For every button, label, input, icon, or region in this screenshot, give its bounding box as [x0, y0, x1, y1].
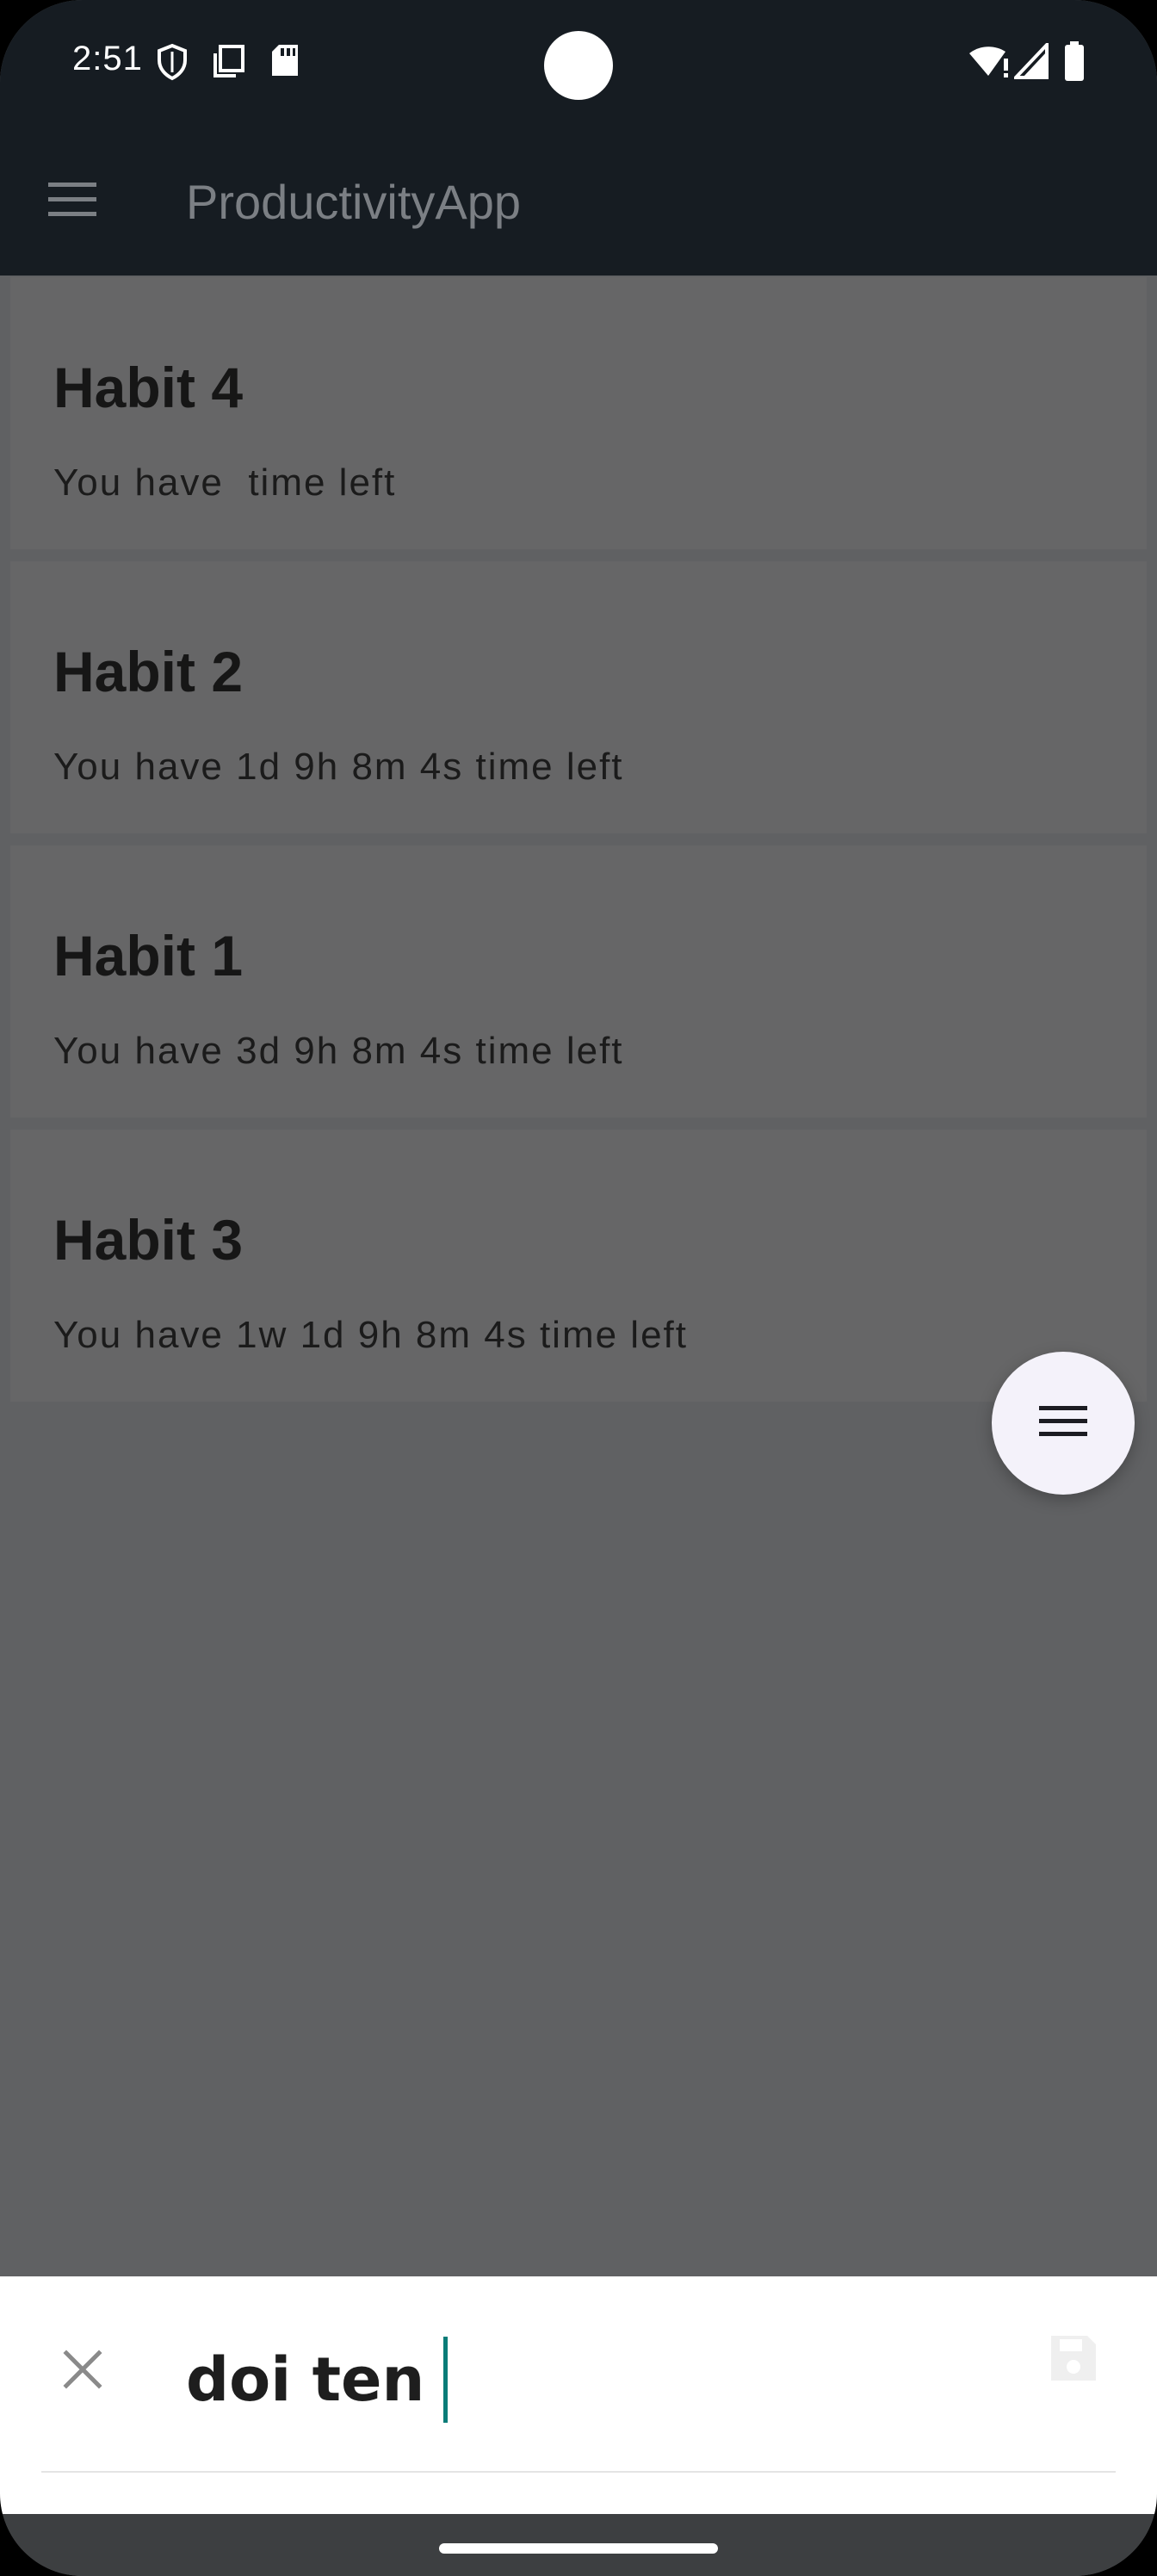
habit-name: Habit 4: [53, 356, 244, 419]
save-icon: [1048, 2332, 1099, 2388]
habit-time-left: You have 1w 1d 9h 8m 4s time left: [53, 1314, 688, 1356]
status-time: 2:51: [72, 40, 143, 77]
copy-icon: [212, 43, 246, 84]
app-bar: ProductivityApp: [0, 129, 1157, 276]
close-icon: [63, 2349, 102, 2393]
habit-name-input[interactable]: doi ten: [186, 2337, 995, 2423]
habit-time-left: You have 1d 9h 8m 4s time left: [53, 746, 624, 788]
menu-lines-icon: [1039, 1404, 1087, 1443]
habit-name: Habit 1: [53, 924, 244, 988]
system-nav-bar: [0, 2514, 1157, 2576]
navigation-menu-button[interactable]: [34, 164, 110, 239]
habit-card[interactable]: Habit 3 You have 1w 1d 9h 8m 4s time lef…: [10, 1130, 1147, 1402]
habit-name-input-value: doi ten: [186, 2344, 425, 2415]
signal-icon: [1012, 40, 1049, 84]
rename-bottom-sheet: doi ten: [0, 2276, 1157, 2514]
home-gesture-handle[interactable]: [439, 2543, 718, 2554]
habit-name: Habit 3: [53, 1208, 244, 1272]
screen: 2:51 ProductivityApp Habit 4 You have ti…: [0, 0, 1157, 2576]
sd-card-icon: [270, 43, 300, 82]
hamburger-icon: [46, 181, 98, 223]
habit-name: Habit 2: [53, 640, 244, 703]
wifi-alert-icon: [968, 45, 1011, 84]
status-bar: 2:51: [0, 0, 1157, 129]
battery-icon: [1064, 41, 1085, 85]
habit-list: Habit 4 You have time left Habit 2 You h…: [10, 277, 1147, 1414]
habit-card[interactable]: Habit 2 You have 1d 9h 8m 4s time left: [10, 561, 1147, 833]
close-button[interactable]: [48, 2337, 117, 2406]
text-caret: [443, 2337, 449, 2423]
habit-card[interactable]: Habit 1 You have 3d 9h 8m 4s time left: [10, 845, 1147, 1118]
habit-card[interactable]: Habit 4 You have time left: [10, 277, 1147, 549]
input-underline: [41, 2471, 1116, 2473]
save-button[interactable]: [1043, 2330, 1104, 2390]
habit-time-left: You have 3d 9h 8m 4s time left: [53, 1030, 624, 1072]
habit-time-left: You have time left: [53, 461, 397, 504]
camera-cutout: [544, 31, 613, 100]
shield-icon: [155, 43, 189, 85]
app-title: ProductivityApp: [186, 175, 522, 229]
fab-menu-button[interactable]: [992, 1352, 1135, 1495]
